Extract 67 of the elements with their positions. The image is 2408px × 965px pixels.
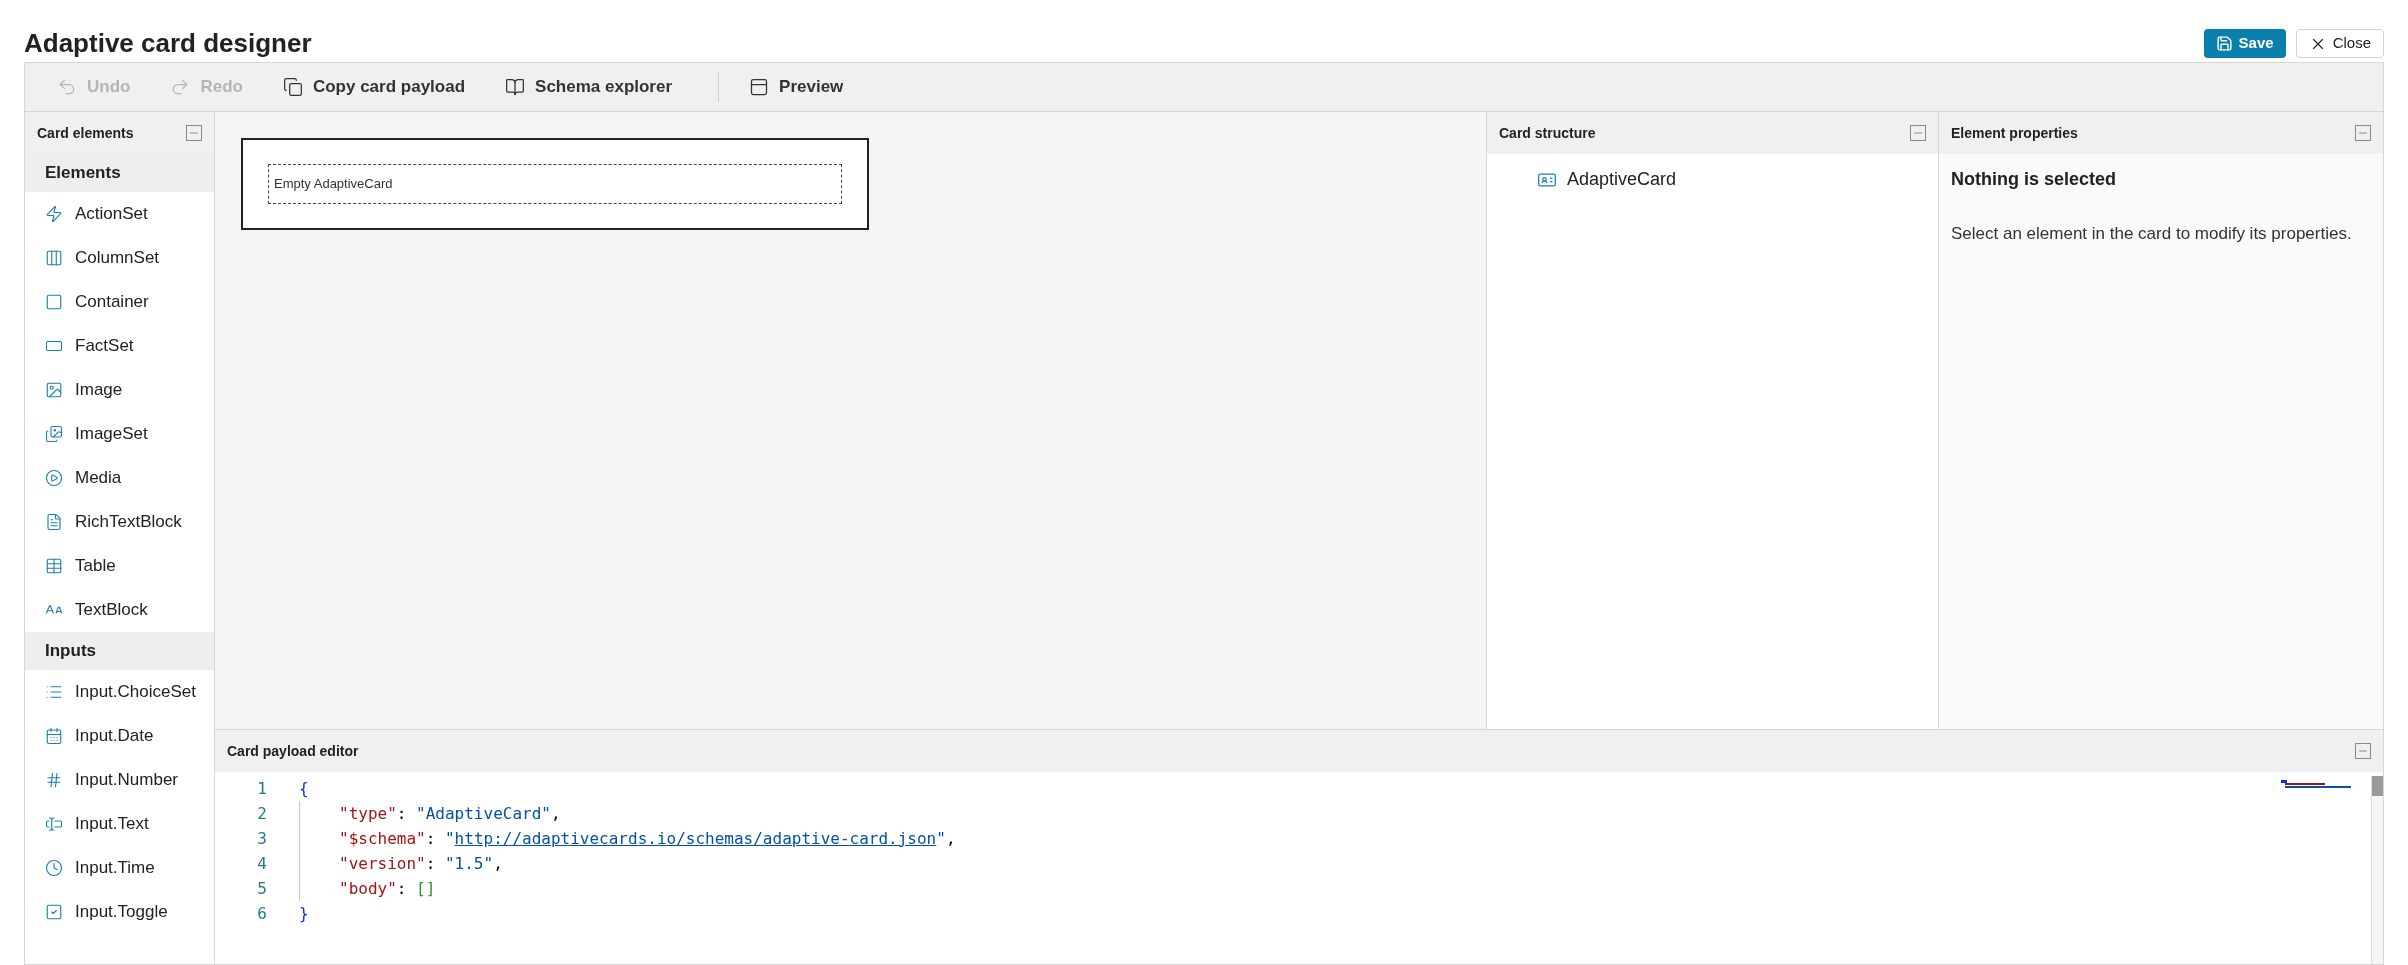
code-token: "$schema" [339, 827, 426, 850]
code-token: } [299, 902, 309, 925]
lightning-icon [45, 205, 63, 223]
panel-title: Element properties [1951, 123, 2078, 143]
code-link[interactable]: http://adaptivecards.io/schemas/adaptive-card.json [454, 826, 937, 851]
close-button[interactable]: Close [2295, 29, 2384, 58]
minimap-drawing [2281, 778, 2351, 790]
panel-icon [749, 77, 770, 97]
document-icon [45, 513, 63, 531]
save-icon [2215, 35, 2233, 52]
code-token: : [396, 802, 408, 825]
copy-icon [282, 77, 303, 97]
hash-icon [45, 771, 63, 789]
scrollbar[interactable] [2371, 776, 2383, 964]
toolbar-button[interactable]: Copy card payload [270, 74, 478, 100]
clock-icon [45, 859, 63, 877]
code-token: "version" [339, 852, 426, 875]
undo-icon [57, 77, 77, 97]
code-token: "AdaptiveCard" [416, 802, 551, 825]
code-token: " [444, 827, 455, 850]
code-token: , [550, 802, 561, 825]
tree-item[interactable]: AdaptiveCard [1537, 166, 1938, 193]
code-token: , [945, 827, 956, 850]
line-number: 4 [256, 852, 267, 875]
panel-title: Card elements [37, 123, 134, 143]
properties-description: Select an element in the card to modify its properties. [1951, 223, 2353, 245]
code-token: "1.5" [444, 852, 494, 875]
code-token: , [493, 852, 503, 875]
columns-icon [45, 249, 63, 267]
code-token: { [299, 777, 309, 800]
table-icon [45, 557, 63, 575]
toolbar-button[interactable]: Preview [737, 74, 856, 100]
code-token: : [396, 877, 408, 900]
line-number: 2 [256, 802, 267, 825]
line-number: 5 [256, 877, 267, 900]
code-token: " [936, 827, 946, 850]
code-token: [] [416, 877, 436, 900]
code-token: "body" [339, 877, 397, 900]
code-token: "type" [339, 802, 397, 825]
collapse-icon[interactable] [2355, 125, 2371, 141]
images-icon [45, 425, 63, 443]
play-icon [45, 469, 63, 487]
calendar-icon [45, 727, 63, 745]
checkbox-icon [45, 903, 63, 921]
image-icon [45, 381, 63, 399]
panel-title: Card payload editor [227, 741, 359, 761]
book-icon [505, 77, 526, 97]
line-number: 1 [256, 777, 267, 800]
code-token: : [425, 827, 437, 850]
line-number: 3 [256, 827, 267, 850]
collapse-icon[interactable] [186, 125, 202, 141]
properties-heading: Nothing is selected [1951, 168, 2118, 191]
save-button[interactable]: Save [2203, 29, 2286, 58]
code-token: : [425, 852, 437, 875]
group-header: Inputs [25, 632, 214, 670]
placeholder-text: Empty AdaptiveCard [274, 175, 393, 194]
list-icon [45, 683, 63, 701]
toolbar-button[interactable]: Schema explorer [493, 74, 685, 100]
drop-zone[interactable]: Empty AdaptiveCard [268, 164, 842, 204]
collapse-icon[interactable] [2355, 743, 2371, 759]
square-icon [45, 293, 63, 311]
collapse-icon[interactable] [1910, 125, 1926, 141]
line-number: 6 [256, 902, 267, 925]
panel-title: Card structure [1499, 123, 1596, 143]
group-header: Elements [25, 154, 214, 192]
text-input-icon [45, 815, 63, 833]
page-title: Adaptive card designer [24, 30, 312, 58]
